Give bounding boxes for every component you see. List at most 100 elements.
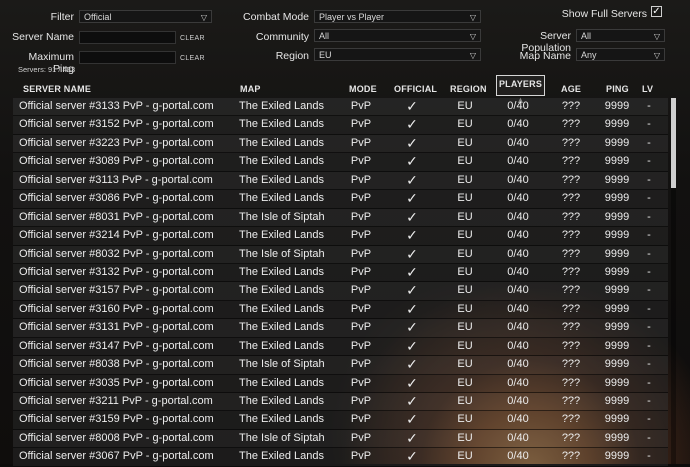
column-official[interactable]: OFFICIAL	[394, 80, 437, 98]
table-row[interactable]: Official server #3147 PvP - g-portal.com…	[13, 337, 668, 357]
table-row[interactable]: Official server #3160 PvP - g-portal.com…	[13, 300, 668, 320]
map-cell: The Exiled Lands	[239, 284, 324, 297]
map-name-dropdown[interactable]: Any ▽	[576, 48, 665, 61]
table-row[interactable]: Official server #8031 PvP - g-portal.com…	[13, 208, 668, 228]
region-cell: EU	[457, 413, 473, 426]
table-row[interactable]: Official server #3035 PvP - g-portal.com…	[13, 374, 668, 393]
age-cell: ???	[561, 229, 581, 242]
show-full-servers-checkbox[interactable]: ✓	[651, 6, 662, 17]
max-ping-clear-button[interactable]: CLEAR	[180, 55, 205, 62]
players-cell: 0/40	[507, 210, 529, 223]
column-region[interactable]: REGION	[450, 80, 487, 98]
players-cell: 0/40	[507, 321, 529, 334]
map-cell: The Isle of Siptah	[239, 358, 325, 371]
official-check-icon: ✓	[406, 393, 418, 409]
mode-cell: PvP	[350, 376, 372, 389]
server-name-cell: Official server #3067 PvP - g-portal.com	[19, 450, 214, 463]
server-name-input[interactable]	[79, 31, 176, 44]
official-check-icon: ✓	[406, 300, 418, 317]
region-cell: EU	[457, 100, 473, 112]
table-row[interactable]: Official server #3157 PvP - g-portal.com…	[13, 282, 668, 301]
server-name-label: Server Name	[12, 31, 74, 43]
official-check-icon: ✓	[406, 337, 418, 354]
ping-cell: 9999	[604, 395, 630, 407]
column-map[interactable]: MAP	[240, 80, 261, 98]
age-cell: ???	[561, 247, 581, 260]
players-cell: 0/40	[507, 431, 529, 444]
table-row[interactable]: Official server #3223 PvP - g-portal.com…	[13, 134, 668, 154]
server-name-cell: Official server #3035 PvP - g-portal.com	[19, 376, 214, 389]
official-check-icon: ✓	[406, 319, 418, 336]
table-row[interactable]: Official server #3132 PvP - g-portal.com…	[13, 263, 668, 283]
mode-cell: PvP	[350, 192, 372, 205]
column-mode[interactable]: MODE	[349, 80, 377, 98]
mode-cell: PvP	[350, 100, 372, 112]
column-players[interactable]: PLAYERS ▲	[496, 75, 545, 105]
mode-cell: PvP	[350, 302, 372, 315]
server-name-clear-button[interactable]: CLEAR	[180, 35, 205, 42]
server-name-cell: Official server #3160 PvP - g-portal.com	[19, 302, 214, 315]
mode-cell: PvP	[350, 339, 372, 352]
age-cell: ???	[561, 413, 581, 426]
list-scrollbar[interactable]	[671, 98, 676, 464]
official-check-icon: ✓	[406, 374, 418, 391]
server-population-dropdown[interactable]: All ▽	[576, 29, 665, 42]
server-name-cell: Official server #3211 PvP - g-portal.com	[19, 395, 213, 407]
map-cell: The Isle of Siptah	[239, 247, 325, 260]
table-row[interactable]: Official server #8038 PvP - g-portal.com…	[13, 356, 668, 375]
mode-cell: PvP	[350, 229, 372, 242]
scrollbar-thumb[interactable]	[671, 98, 676, 188]
players-cell: 0/40	[507, 450, 529, 463]
players-cell: 0/40	[507, 302, 529, 315]
table-row[interactable]: Official server #8008 PvP - g-portal.com…	[13, 429, 668, 449]
server-name-cell: Official server #3157 PvP - g-portal.com	[19, 284, 214, 297]
mode-cell: PvP	[350, 431, 372, 444]
mode-cell: PvP	[350, 118, 372, 131]
max-ping-input[interactable]	[79, 51, 176, 64]
filter-dropdown[interactable]: Official ▽	[79, 10, 212, 23]
age-cell: ???	[561, 173, 581, 186]
column-ping[interactable]: PING	[606, 80, 629, 98]
table-row[interactable]: Official server #3089 PvP - g-portal.com…	[13, 153, 668, 172]
map-cell: The Exiled Lands	[239, 155, 324, 168]
filter-value: Official	[84, 12, 112, 22]
server-name-cell: Official server #8038 PvP - g-portal.com	[19, 358, 214, 371]
table-row[interactable]: Official server #8032 PvP - g-portal.com…	[13, 245, 668, 264]
mode-cell: PvP	[350, 284, 372, 297]
level-cell: -	[647, 395, 651, 407]
column-server-name[interactable]: SERVER NAME	[23, 80, 91, 98]
mode-cell: PvP	[350, 173, 372, 186]
players-cell: 0/40	[507, 358, 529, 371]
table-row[interactable]: Official server #3133 PvP - g-portal.com…	[13, 98, 668, 117]
official-check-icon: ✓	[406, 153, 418, 170]
table-header: SERVER NAME MAP MODE OFFICIAL REGION PLA…	[0, 75, 690, 105]
community-value: All	[319, 31, 330, 41]
server-population-value: All	[581, 31, 592, 41]
region-cell: EU	[457, 136, 473, 149]
server-list: Official server #3133 PvP - g-portal.com…	[13, 98, 668, 467]
table-row[interactable]: Official server #3152 PvP - g-portal.com…	[13, 116, 668, 135]
table-row[interactable]: Official server #3131 PvP - g-portal.com…	[13, 319, 668, 338]
age-cell: ???	[561, 118, 581, 131]
level-cell: -	[647, 136, 651, 149]
region-cell: EU	[457, 155, 473, 168]
community-dropdown[interactable]: All ▽	[314, 29, 481, 42]
column-age[interactable]: AGE	[561, 80, 581, 98]
age-cell: ???	[561, 284, 581, 297]
players-cell: 0/40	[507, 413, 529, 426]
age-cell: ???	[561, 450, 581, 463]
map-cell: The Isle of Siptah	[239, 210, 325, 223]
combat-mode-dropdown[interactable]: Player vs Player ▽	[314, 10, 481, 23]
level-cell: -	[647, 339, 651, 352]
mode-cell: PvP	[350, 395, 372, 407]
table-row[interactable]: Official server #3214 PvP - g-portal.com…	[13, 227, 668, 246]
table-row[interactable]: Official server #3113 PvP - g-portal.com…	[13, 171, 668, 191]
column-lv[interactable]: LV	[642, 80, 653, 98]
mode-cell: PvP	[350, 155, 372, 168]
chevron-down-icon: ▽	[200, 13, 207, 22]
table-row[interactable]: Official server #3211 PvP - g-portal.com…	[13, 393, 668, 412]
region-cell: EU	[457, 118, 473, 131]
region-dropdown[interactable]: EU ▽	[314, 48, 481, 61]
table-row[interactable]: Official server #3159 PvP - g-portal.com…	[13, 411, 668, 430]
table-row[interactable]: Official server #3086 PvP - g-portal.com…	[13, 190, 668, 209]
